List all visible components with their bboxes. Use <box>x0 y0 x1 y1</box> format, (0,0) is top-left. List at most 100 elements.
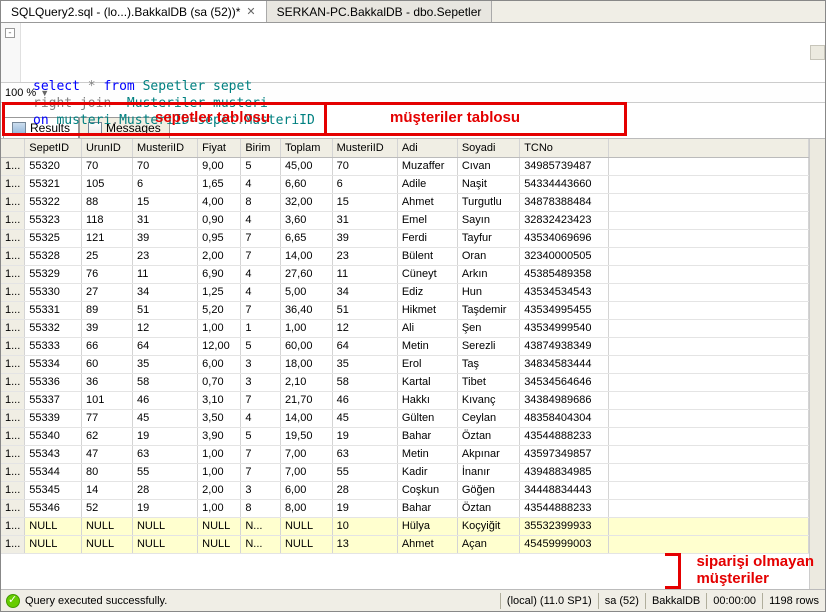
cell[interactable]: 1... <box>1 463 25 481</box>
cell[interactable]: Turgutlu <box>457 193 519 211</box>
cell[interactable]: 11 <box>132 265 197 283</box>
cell[interactable]: İnanır <box>457 463 519 481</box>
column-header[interactable]: Adi <box>397 139 457 157</box>
cell[interactable]: 55334 <box>25 355 82 373</box>
cell[interactable]: NULL <box>132 535 197 553</box>
cell[interactable]: Sayın <box>457 211 519 229</box>
cell[interactable]: 11 <box>332 265 397 283</box>
table-row[interactable]: 1...5534347631,0077,0063MetinAkpınar4359… <box>1 445 809 463</box>
cell[interactable]: 66 <box>81 337 132 355</box>
cell[interactable]: 70 <box>132 157 197 175</box>
cell[interactable]: 55333 <box>25 337 82 355</box>
cell[interactable]: 6,00 <box>198 355 241 373</box>
table-row[interactable]: 1...5533977453,50414,0045GültenCeylan483… <box>1 409 809 427</box>
cell[interactable]: 6 <box>132 175 197 193</box>
cell[interactable]: 7 <box>241 463 281 481</box>
cell[interactable]: 3,90 <box>198 427 241 445</box>
cell[interactable]: 3,60 <box>280 211 332 229</box>
cell[interactable]: 43597349857 <box>520 445 609 463</box>
cell[interactable]: 39 <box>332 229 397 247</box>
cell[interactable]: 4,00 <box>198 193 241 211</box>
cell[interactable]: 9,00 <box>198 157 241 175</box>
cell[interactable]: 2,10 <box>280 373 332 391</box>
cell[interactable]: 63 <box>332 445 397 463</box>
cell[interactable]: Taş <box>457 355 519 373</box>
cell[interactable]: 18,00 <box>280 355 332 373</box>
column-header[interactable]: Soyadi <box>457 139 519 157</box>
cell[interactable]: Hikmet <box>397 301 457 319</box>
column-header[interactable]: Birim <box>241 139 281 157</box>
cell[interactable]: 32,00 <box>280 193 332 211</box>
close-icon[interactable]: ✕ <box>246 5 255 18</box>
cell[interactable]: 52 <box>81 499 132 517</box>
table-row[interactable]: 1...5534514282,0036,0028CoşkunGöğen34448… <box>1 481 809 499</box>
table-row[interactable]: 1...5533636580,7032,1058KartalTibet34534… <box>1 373 809 391</box>
cell[interactable]: 55346 <box>25 499 82 517</box>
cell[interactable]: 6 <box>332 175 397 193</box>
cell[interactable]: 27 <box>81 283 132 301</box>
cell[interactable]: 43534995455 <box>520 301 609 319</box>
cell[interactable]: 5 <box>241 337 281 355</box>
cell[interactable]: 19 <box>132 427 197 445</box>
cell[interactable]: 43544888233 <box>520 499 609 517</box>
table-row[interactable]: 1...5532825232,00714,0023BülentOran32340… <box>1 247 809 265</box>
cell[interactable]: Emel <box>397 211 457 229</box>
cell[interactable]: Ahmet <box>397 193 457 211</box>
cell[interactable]: 35 <box>332 355 397 373</box>
cell[interactable]: 77 <box>81 409 132 427</box>
cell[interactable]: Taşdemir <box>457 301 519 319</box>
cell[interactable]: 1,00 <box>280 319 332 337</box>
cell[interactable]: Açan <box>457 535 519 553</box>
cell[interactable]: 32340000505 <box>520 247 609 265</box>
cell[interactable]: 1,00 <box>198 463 241 481</box>
cell[interactable]: 27,60 <box>280 265 332 283</box>
cell[interactable]: 32832423423 <box>520 211 609 229</box>
cell[interactable]: 2,00 <box>198 247 241 265</box>
cell[interactable]: 5 <box>241 427 281 445</box>
cell[interactable]: 1... <box>1 409 25 427</box>
cell[interactable]: Coşkun <box>397 481 457 499</box>
cell[interactable]: 19 <box>332 427 397 445</box>
cell[interactable]: 121 <box>81 229 132 247</box>
cell[interactable]: 34 <box>132 283 197 301</box>
cell[interactable]: Ferdi <box>397 229 457 247</box>
cell[interactable]: NULL <box>280 535 332 553</box>
cell[interactable]: Bülent <box>397 247 457 265</box>
cell[interactable]: 19,50 <box>280 427 332 445</box>
cell[interactable]: 28 <box>132 481 197 499</box>
cell[interactable]: 70 <box>332 157 397 175</box>
cell[interactable]: Hülya <box>397 517 457 535</box>
table-row[interactable]: 1...5534652191,0088,0019BaharÖztan435448… <box>1 499 809 517</box>
table-row[interactable]: 1...5533189515,20736,4051HikmetTaşdemir4… <box>1 301 809 319</box>
cell[interactable]: 1... <box>1 391 25 409</box>
cell[interactable]: N... <box>241 535 281 553</box>
cell[interactable]: 34834583444 <box>520 355 609 373</box>
cell[interactable]: 1... <box>1 373 25 391</box>
cell[interactable]: 55339 <box>25 409 82 427</box>
cell[interactable]: 55330 <box>25 283 82 301</box>
cell[interactable]: 4 <box>241 265 281 283</box>
cell[interactable]: Muzaffer <box>397 157 457 175</box>
cell[interactable]: 34878388484 <box>520 193 609 211</box>
cell[interactable]: 1... <box>1 247 25 265</box>
cell[interactable]: 5,20 <box>198 301 241 319</box>
cell[interactable]: 58 <box>332 373 397 391</box>
cell[interactable]: 6,00 <box>280 481 332 499</box>
cell[interactable]: 88 <box>81 193 132 211</box>
cell[interactable]: 101 <box>81 391 132 409</box>
cell[interactable]: 34384989686 <box>520 391 609 409</box>
cell[interactable]: 1... <box>1 445 25 463</box>
cell[interactable]: 7,00 <box>280 445 332 463</box>
cell[interactable]: 80 <box>81 463 132 481</box>
cell[interactable]: Bahar <box>397 427 457 445</box>
cell[interactable]: 1... <box>1 355 25 373</box>
cell[interactable]: 21,70 <box>280 391 332 409</box>
cell[interactable]: 12,00 <box>198 337 241 355</box>
sql-editor[interactable]: - select * from Sepetler sepet right joi… <box>1 23 825 83</box>
table-row[interactable]: 1...NULLNULLNULLNULLN...NULL10HülyaKoçyi… <box>1 517 809 535</box>
cell[interactable]: 55340 <box>25 427 82 445</box>
cell[interactable]: 12 <box>132 319 197 337</box>
cell[interactable]: 39 <box>81 319 132 337</box>
cell[interactable]: 1,00 <box>198 445 241 463</box>
cell[interactable]: 48358404304 <box>520 409 609 427</box>
